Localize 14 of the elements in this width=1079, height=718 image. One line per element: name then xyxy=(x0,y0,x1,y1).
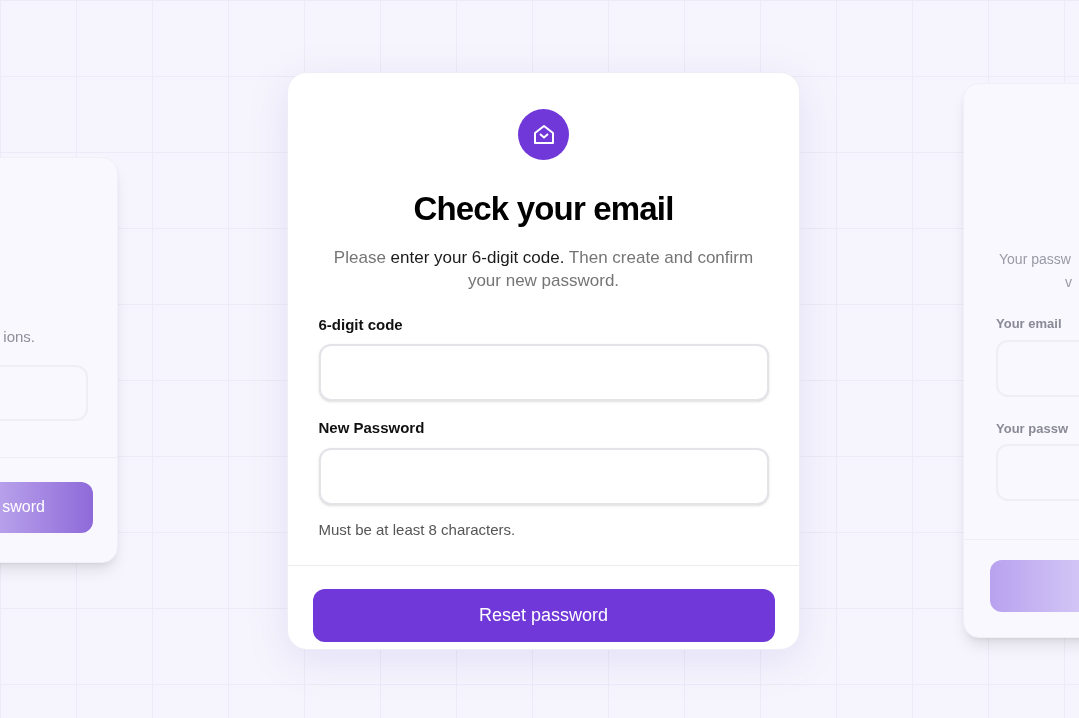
hint-text: Must be at least 8 characters. xyxy=(318,519,517,540)
input-field[interactable] xyxy=(318,447,769,505)
description-text: Your passw xyxy=(999,250,1071,269)
input-field[interactable] xyxy=(318,344,769,401)
field-label: Your passw xyxy=(996,419,1069,438)
dialog-description: Please enter your 6-digit code. Then create and confirm your new password. xyxy=(332,246,755,292)
envelope-icon xyxy=(518,109,569,160)
field-label: New Password xyxy=(318,418,426,438)
reset-password-button[interactable]: Reset password xyxy=(312,589,775,642)
description-text: v xyxy=(1065,273,1072,292)
field-label: 6-digit code xyxy=(318,314,404,335)
field-label: Your email xyxy=(996,315,1063,333)
description-text: ions. xyxy=(3,327,35,347)
dialog-title: Check your email xyxy=(413,189,674,229)
